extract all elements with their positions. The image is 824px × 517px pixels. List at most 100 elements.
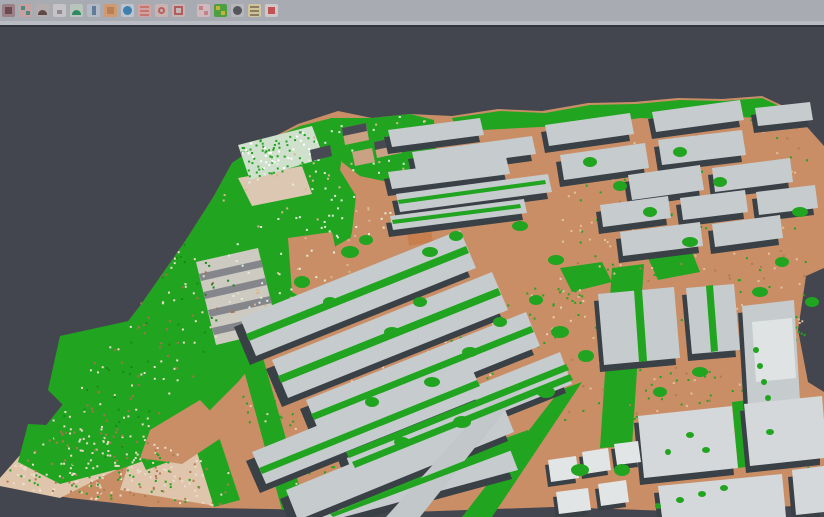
- ground-speckle-leftband: [105, 456, 107, 458]
- terrain-icon[interactable]: [70, 4, 83, 17]
- street-tree: [323, 297, 337, 307]
- ground-speckle-leftband: [160, 342, 162, 344]
- sphere-icon[interactable]: [231, 4, 244, 17]
- ground-speckle-bottomleft: [42, 444, 44, 446]
- ground-speckle-right: [629, 404, 631, 406]
- flag-icon-glyph: [268, 7, 275, 14]
- ground-speckle-central: [266, 413, 268, 415]
- ground-speckle-leftband: [135, 409, 137, 411]
- ground-speckle-topleft: [325, 188, 327, 190]
- ground-speckle-right: [738, 408, 740, 410]
- ground-speckle-central: [247, 412, 249, 414]
- street-tree: [775, 257, 789, 267]
- ground-speckle-topleft: [233, 295, 235, 297]
- flag-icon[interactable]: [265, 4, 278, 17]
- ground-speckle-leftband: [63, 415, 65, 417]
- ground-speckle-right: [798, 331, 800, 333]
- ground-speckle-bottomleft: [126, 453, 128, 455]
- scene-svg[interactable]: [0, 27, 824, 517]
- ground-speckle-bottomleft: [153, 487, 155, 489]
- ground-speckle-leftband: [130, 435, 132, 437]
- ground-speckle-right: [571, 359, 573, 361]
- hillshade-icon[interactable]: [36, 4, 49, 17]
- 3d-viewport[interactable]: [0, 27, 824, 517]
- ground-speckle-leftband: [102, 366, 104, 368]
- ground-speckle-bottomleft: [90, 459, 92, 461]
- ground-speckle-right: [701, 171, 703, 173]
- ground-speckle-topleft: [324, 280, 326, 282]
- target-icon-glyph: [158, 7, 165, 14]
- ground-speckle-bottomleft: [102, 477, 104, 479]
- greenhouse-speckle: [248, 152, 250, 154]
- ground-speckle-right: [612, 264, 614, 266]
- ground-speckle-bottomleft: [144, 495, 146, 497]
- ground-speckle-bottomleft: [90, 482, 92, 484]
- ground-speckle-right: [676, 380, 678, 382]
- ground-speckle-topleft: [315, 276, 317, 278]
- points-icon[interactable]: [53, 4, 66, 17]
- orthophoto-icon-glyph: [107, 7, 114, 14]
- ground-speckle-central: [289, 424, 291, 426]
- ground-speckle-topleft: [308, 159, 310, 161]
- ground-speckle-bottomleft: [172, 454, 174, 456]
- ground-speckle-bottomleft: [151, 491, 153, 493]
- layers-icon[interactable]: [138, 4, 151, 17]
- street-tree: [422, 247, 438, 257]
- ground-speckle-right: [759, 269, 761, 271]
- orthophoto-icon[interactable]: [104, 4, 117, 17]
- ground-speckle-right: [781, 287, 783, 289]
- dem-icon[interactable]: [2, 4, 15, 17]
- ground-speckle-leftband: [168, 292, 170, 294]
- ground-speckle-topleft: [368, 209, 370, 211]
- street-tree: [613, 181, 627, 191]
- ground-speckle-right: [662, 268, 664, 270]
- ground-speckle-leftband: [83, 409, 85, 411]
- building-bottomright: [744, 396, 824, 466]
- ground-speckle-right: [694, 379, 696, 381]
- ground-speckle-bottomleft: [56, 471, 58, 473]
- ground-speckle-leftband: [205, 271, 207, 273]
- ground-speckle-bottomleft: [35, 451, 37, 453]
- ground-speckle-bottomleft: [39, 476, 41, 478]
- greenhouse-speckle: [262, 143, 264, 145]
- greenhouse-speckle: [271, 173, 273, 175]
- target-icon[interactable]: [155, 4, 168, 17]
- ground-speckle-bottomleft: [92, 467, 94, 469]
- greenhouse-speckle: [256, 172, 258, 174]
- landcover-icon[interactable]: [214, 4, 227, 17]
- globe-icon[interactable]: [121, 4, 134, 17]
- ground-speckle-topleft: [351, 163, 353, 165]
- ground-speckle-bottomleft: [173, 480, 175, 482]
- ground-speckle-right: [589, 239, 591, 241]
- profile-icon-glyph: [92, 6, 96, 15]
- greenhouse-speckle: [278, 159, 280, 161]
- grid-icon[interactable]: [197, 4, 210, 17]
- ground-speckle-bottomleft: [202, 502, 204, 504]
- ground-speckle-leftband: [122, 371, 124, 373]
- street-tree: [537, 386, 555, 398]
- ground-speckle-bottomleft: [67, 445, 69, 447]
- ground-speckle-topleft: [249, 306, 251, 308]
- profile-icon[interactable]: [87, 4, 100, 17]
- ground-speckle-topleft: [337, 207, 339, 209]
- ground-speckle-central: [507, 305, 509, 307]
- ground-speckle-leftband: [114, 349, 116, 351]
- classification-icon[interactable]: [19, 4, 32, 17]
- ground-speckle-topleft: [277, 218, 279, 220]
- street-tree: [359, 235, 373, 245]
- ground-speckle-right: [661, 398, 663, 400]
- ground-speckle-topleft: [324, 226, 326, 228]
- ground-speckle-topleft: [248, 272, 250, 274]
- ground-speckle-bottomleft: [97, 492, 99, 494]
- street-tree: [413, 297, 427, 307]
- ground-speckle-central: [324, 471, 326, 473]
- ground-speckle-right: [634, 142, 636, 144]
- ground-speckle-leftband: [176, 257, 178, 259]
- measure-icon[interactable]: [248, 4, 261, 17]
- extent-icon[interactable]: [172, 4, 185, 17]
- ground-speckle-bottomleft: [205, 459, 207, 461]
- measure-icon-glyph: [250, 6, 259, 8]
- ground-speckle-bottomleft: [70, 467, 72, 469]
- ground-speckle-topleft: [311, 250, 313, 252]
- greenhouse-speckle: [248, 170, 250, 172]
